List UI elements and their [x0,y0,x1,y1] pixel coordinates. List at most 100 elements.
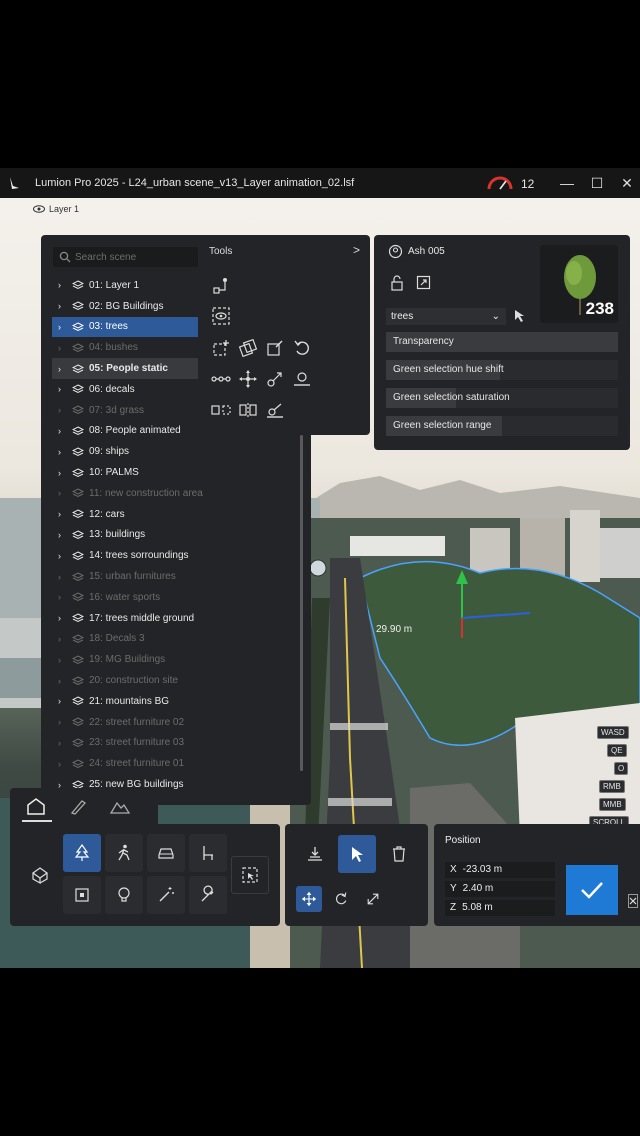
chevron-right-icon[interactable]: › [58,759,66,769]
chevron-right-icon[interactable]: › [58,655,66,665]
indoor-category-button[interactable] [63,876,101,914]
place-object-button[interactable] [296,835,334,873]
scene-layer-item[interactable]: › 16: water sports [52,587,212,608]
scene-layer-item[interactable]: › 19: MG Buildings [52,649,212,670]
chevron-right-icon[interactable]: › [58,426,66,436]
scene-layer-item[interactable]: › 13: buildings [52,525,212,546]
scene-layer-item[interactable]: › 22: street furniture 02 [52,712,212,733]
chevron-right-icon[interactable]: › [58,530,66,540]
pick-cursor-icon[interactable] [513,309,526,323]
scene-layer-item[interactable]: › 23: street furniture 03 [52,733,212,754]
scene-layer-item[interactable]: › 24: street furniture 01 [52,753,212,774]
scene-layer-item[interactable]: › 12: cars [52,504,212,525]
chevron-right-icon[interactable]: › [58,447,66,457]
chevron-right-icon[interactable]: › [58,738,66,748]
scene-layer-item[interactable]: › 17: trees middle ground [52,608,212,629]
chevron-right-icon[interactable]: › [58,384,66,394]
focus-object-icon[interactable] [416,275,431,290]
search-input[interactable]: Search scene [53,247,198,267]
chevron-right-icon[interactable]: › [58,717,66,727]
lock-icon[interactable] [390,275,404,291]
setting-slider[interactable]: Transparency [386,332,618,352]
delete-object-button[interactable] [380,835,418,873]
move-gizmo-icon[interactable] [237,368,259,390]
chevron-right-icon[interactable]: > [353,243,360,257]
brush-icon[interactable] [66,796,90,816]
chevron-right-icon[interactable]: › [58,488,66,498]
chevron-right-icon[interactable]: › [58,572,66,582]
position-y-field[interactable]: Y 2.40 m [445,881,555,897]
import-model-button[interactable] [21,856,59,894]
chevron-right-icon[interactable]: › [58,405,66,415]
chevron-right-icon[interactable]: › [58,343,66,353]
scene-layer-item[interactable]: › 20: construction site [52,670,212,691]
people-category-button[interactable] [105,834,143,872]
close-panel-icon[interactable] [628,894,638,908]
setting-slider[interactable]: Green selection saturation [386,388,618,408]
transport-category-button[interactable] [147,834,185,872]
scene-layer-item[interactable]: › 02: BG Buildings [52,296,212,317]
chevron-right-icon[interactable]: › [58,676,66,686]
setting-slider[interactable]: Green selection hue shift [386,360,618,380]
scene-layer-item[interactable]: › 06: decals [52,379,212,400]
selection-box-button[interactable] [231,856,269,894]
copy-object-icon[interactable] [237,337,259,359]
select-object-button[interactable] [338,835,376,873]
scene-layer-item[interactable]: › 15: urban furnitures [52,566,212,587]
chevron-right-icon[interactable]: › [58,468,66,478]
setting-slider[interactable]: Green selection range [386,416,618,436]
scene-layer-item[interactable]: › 09: ships [52,441,212,462]
move-to-layer-icon[interactable] [210,275,232,297]
mirror-vertical-icon[interactable] [237,399,259,421]
edit-object-icon[interactable] [264,337,286,359]
minimize-icon[interactable]: — [558,174,576,192]
scene-layer-item[interactable]: › 18: Decals 3 [52,629,212,650]
scene-layer-item[interactable]: › 05: People static [52,358,212,379]
landscape-icon[interactable] [108,796,132,816]
chevron-right-icon[interactable]: › [58,509,66,519]
position-z-field[interactable]: Z 5.08 m [445,900,555,916]
add-object-icon[interactable] [210,337,232,359]
scene-layer-item[interactable]: › 11: new construction area [52,483,212,504]
utilities-category-button[interactable] [189,876,227,914]
scene-layer-item[interactable]: › 03: trees [52,316,212,338]
chevron-right-icon[interactable]: › [58,613,66,623]
chevron-right-icon[interactable]: › [58,364,66,374]
scene-layer-item[interactable]: › 01: Layer 1 [52,275,212,296]
mirror-horizontal-icon[interactable] [210,399,232,421]
rotate-mode-button[interactable] [328,886,354,912]
scene-layer-item[interactable]: › 10: PALMS [52,462,212,483]
effects-category-button[interactable] [147,876,185,914]
chevron-right-icon[interactable]: › [58,322,66,332]
active-layer-tag[interactable]: Layer 1 [33,204,79,214]
visibility-focus-icon[interactable] [210,305,232,327]
undo-icon[interactable] [291,337,313,359]
chevron-right-icon[interactable]: › [58,551,66,561]
scene-list-scrollbar[interactable] [300,435,303,771]
chevron-right-icon[interactable]: › [58,301,66,311]
snap-surface-icon[interactable] [264,399,286,421]
move-mode-button[interactable] [296,886,322,912]
chevron-right-icon[interactable]: › [58,280,66,290]
maximize-icon[interactable]: ☐ [588,174,606,192]
scale-object-icon[interactable] [264,368,286,390]
scale-mode-button[interactable] [360,886,386,912]
chevron-right-icon[interactable]: › [58,592,66,602]
nature-category-button[interactable] [63,834,101,872]
lights-category-button[interactable] [105,876,143,914]
chevron-right-icon[interactable]: › [58,696,66,706]
scene-layer-item[interactable]: › 14: trees sorroundings [52,545,212,566]
performance-gauge-icon[interactable] [486,175,514,191]
place-on-ground-icon[interactable] [291,368,313,390]
chevron-right-icon[interactable]: › [58,634,66,644]
layer-dropdown[interactable]: trees ⌄ [386,308,506,325]
align-line-icon[interactable] [210,368,232,390]
home-icon[interactable] [24,796,48,816]
scene-layer-item[interactable]: › 08: People animated [52,421,212,442]
scene-layer-item[interactable]: › 04: bushes [52,337,212,358]
interior-category-button[interactable] [189,834,227,872]
scene-layer-item[interactable]: › 07: 3d grass [52,400,212,421]
confirm-button[interactable] [566,865,618,915]
scene-layer-item[interactable]: › 21: mountains BG [52,691,212,712]
position-x-field[interactable]: X -23.03 m [445,862,555,878]
